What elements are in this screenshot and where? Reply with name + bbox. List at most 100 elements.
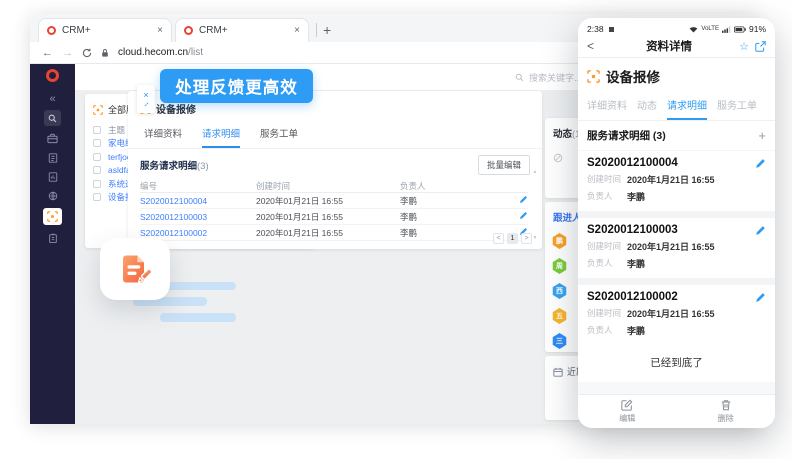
row-checkbox[interactable] bbox=[93, 193, 101, 201]
skeleton-bar bbox=[160, 313, 236, 322]
detail-tabs: 详细资料 请求明细 服务工单 bbox=[128, 116, 542, 149]
browser-tab-2[interactable]: CRM+ × bbox=[175, 18, 309, 42]
phone-status-bar: 2:38 VoLTE 91% bbox=[578, 18, 775, 35]
scroll-up-icon: ▲ bbox=[533, 169, 538, 175]
signal-icon bbox=[722, 26, 731, 33]
back-icon[interactable]: ← bbox=[42, 47, 53, 59]
edit-document-badge bbox=[100, 238, 170, 300]
sidebar-globe-icon[interactable] bbox=[48, 189, 58, 202]
avatar[interactable]: 周 bbox=[552, 258, 567, 274]
table-scrollbar[interactable]: ▲ ▼ bbox=[531, 169, 539, 241]
scan-icon bbox=[47, 211, 58, 222]
reload-icon[interactable] bbox=[82, 48, 92, 58]
add-icon[interactable]: + bbox=[758, 128, 766, 143]
edit-pencil-icon[interactable] bbox=[512, 211, 528, 222]
panel-window-controls: × ↔ bbox=[137, 85, 155, 113]
address-bar[interactable]: cloud.hecom.cn/list bbox=[118, 47, 203, 58]
request-id-link[interactable]: S2020012100002 bbox=[140, 228, 256, 238]
tab-service-order[interactable]: 服务工单 bbox=[717, 97, 757, 120]
select-all-checkbox[interactable] bbox=[93, 126, 101, 134]
forward-icon[interactable]: → bbox=[62, 47, 73, 59]
section-title: 服务请求明细(3) bbox=[140, 158, 209, 172]
document-edit-icon bbox=[117, 251, 153, 287]
row-checkbox[interactable] bbox=[93, 153, 101, 161]
request-card[interactable]: S2020012100004 创建时间2020年1月21日 16:55 负责人李… bbox=[578, 151, 775, 211]
row-checkbox[interactable] bbox=[93, 139, 101, 147]
tab-close-icon[interactable]: × bbox=[294, 25, 300, 36]
avatar[interactable]: 五 bbox=[552, 308, 567, 324]
trash-icon bbox=[720, 399, 732, 411]
crm-logo-icon bbox=[46, 69, 59, 82]
star-icon[interactable]: ☆ bbox=[739, 40, 749, 53]
table-header-row: 编号 创建时间 负责人 bbox=[140, 179, 528, 193]
browser-tab-1[interactable]: CRM+ × bbox=[38, 18, 172, 42]
avatar[interactable]: 三 bbox=[552, 333, 567, 349]
tab-title: CRM+ bbox=[62, 25, 151, 36]
edit-action[interactable]: 编辑 bbox=[578, 395, 677, 428]
pagination: < 1 > bbox=[493, 233, 532, 244]
tab-detail-info[interactable]: 详细资料 bbox=[587, 97, 627, 120]
row-checkbox[interactable] bbox=[93, 180, 101, 188]
request-id: S2020012100003 bbox=[587, 224, 678, 236]
divider bbox=[578, 278, 775, 285]
tab-request-detail[interactable]: 请求明细 bbox=[202, 126, 240, 148]
request-card[interactable]: S2020012100002 创建时间2020年1月21日 16:55 负责人李… bbox=[578, 285, 775, 345]
tab-request-detail[interactable]: 请求明细 bbox=[667, 97, 707, 120]
avatar[interactable]: 鹏 bbox=[552, 233, 567, 249]
phone-tabs: 详细资料 动态 请求明细 服务工单 bbox=[578, 92, 775, 121]
tab-title: CRM+ bbox=[199, 25, 288, 36]
tab-divider bbox=[316, 23, 317, 37]
phone-bottom-bar: 编辑 删除 bbox=[578, 394, 775, 428]
row-checkbox[interactable] bbox=[93, 166, 101, 174]
new-tab-button[interactable]: + bbox=[323, 22, 331, 38]
phone-page-title: 资料详情 bbox=[605, 38, 733, 54]
lock-icon[interactable] bbox=[101, 48, 109, 58]
crm-favicon-icon bbox=[184, 26, 193, 35]
sidebar-briefcase-icon[interactable] bbox=[47, 132, 58, 145]
request-card[interactable]: S2020012100003 创建时间2020年1月21日 16:55 负责人李… bbox=[578, 218, 775, 278]
current-page[interactable]: 1 bbox=[507, 233, 518, 244]
batch-edit-button[interactable]: 批量编辑 bbox=[478, 155, 530, 175]
status-time: 2:38 bbox=[587, 24, 604, 34]
edit-pencil-icon[interactable] bbox=[512, 195, 528, 206]
avatar[interactable]: 西 bbox=[552, 283, 567, 299]
sidebar-item-service-active[interactable] bbox=[43, 208, 62, 225]
sidebar-search-icon[interactable] bbox=[44, 110, 61, 126]
screenshot-canvas: CRM+ × CRM+ × + ← → cloud.hecom.cn/list … bbox=[0, 0, 792, 459]
record-title: 设备报修 bbox=[606, 66, 660, 86]
edit-pencil-icon[interactable] bbox=[755, 158, 766, 169]
detail-panel: 设备报修 详细资料 请求明细 服务工单 服务请求明细(3) 批量编辑 编号 bbox=[128, 91, 542, 249]
url-domain: cloud.hecom.cn bbox=[118, 47, 188, 58]
request-id-link[interactable]: S2020012100003 bbox=[140, 212, 256, 222]
section-title: 服务请求明细 (3) bbox=[587, 128, 666, 143]
collapse-sidebar-icon[interactable]: « bbox=[49, 94, 55, 104]
global-search-input[interactable]: 搜索关键字... bbox=[515, 71, 582, 84]
tab-service-order[interactable]: 服务工单 bbox=[260, 126, 298, 148]
request-id-link[interactable]: S2020012100004 bbox=[140, 196, 256, 206]
expand-icon[interactable]: ↔ bbox=[140, 98, 151, 109]
phone-nav-bar: < 资料详情 ☆ bbox=[578, 35, 775, 57]
prev-page-button[interactable]: < bbox=[493, 233, 504, 244]
tab-detail-info[interactable]: 详细资料 bbox=[144, 126, 182, 148]
phone-record-header: 设备报修 bbox=[578, 58, 775, 92]
scan-icon bbox=[93, 105, 103, 115]
request-id: S2020012100002 bbox=[587, 291, 678, 303]
phone-mockup: 2:38 VoLTE 91% < 资料详情 ☆ 设备报修 详细资料 动态 请求明… bbox=[578, 18, 775, 428]
edit-pencil-icon[interactable] bbox=[755, 292, 766, 303]
next-page-button[interactable]: > bbox=[521, 233, 532, 244]
tab-close-icon[interactable]: × bbox=[157, 25, 163, 36]
battery-icon bbox=[734, 26, 746, 33]
share-icon[interactable] bbox=[755, 41, 766, 52]
table-row: S2020012100002 2020年01月21日 16:55 李鹏 bbox=[140, 225, 528, 241]
sidebar-report-icon[interactable] bbox=[48, 170, 58, 183]
back-chevron-icon[interactable]: < bbox=[587, 39, 599, 53]
tab-activity[interactable]: 动态 bbox=[637, 97, 657, 120]
sidebar-document-icon[interactable] bbox=[48, 151, 58, 164]
search-icon bbox=[515, 73, 524, 82]
edit-pencil-icon[interactable] bbox=[755, 225, 766, 236]
section-count: (3) bbox=[197, 161, 209, 172]
sidebar-clipboard-icon[interactable] bbox=[48, 231, 58, 244]
url-path: /list bbox=[188, 47, 203, 58]
feature-callout: 处理反馈更高效 bbox=[160, 69, 313, 103]
delete-action[interactable]: 删除 bbox=[677, 395, 776, 428]
